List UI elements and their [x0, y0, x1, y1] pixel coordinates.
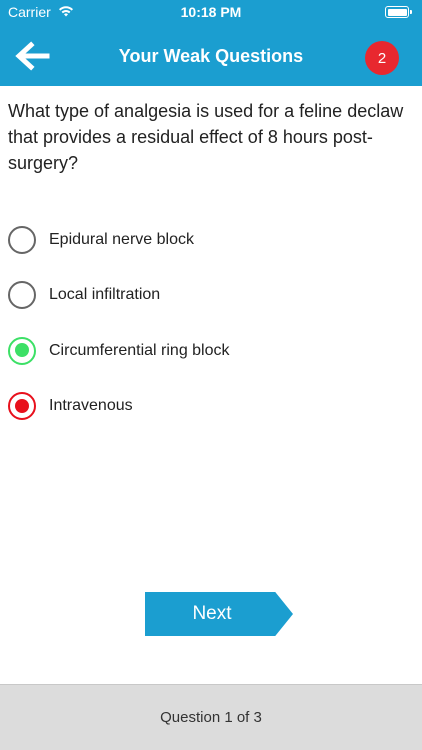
status-bar: Carrier 10:18 PM	[0, 0, 422, 26]
app-header: Carrier 10:18 PM Your Weak Questions 2	[0, 0, 422, 86]
next-button[interactable]: Next	[145, 592, 293, 636]
option-label: Circumferential ring block	[49, 341, 230, 359]
radio-wrong-icon	[8, 392, 36, 420]
option-local-infiltration[interactable]: Local infiltration	[8, 278, 412, 313]
option-intravenous[interactable]: Intravenous	[8, 389, 412, 424]
radio-unselected-icon	[8, 281, 36, 309]
weak-questions-count-badge: 2	[365, 41, 399, 75]
option-circumferential-ring-block[interactable]: Circumferential ring block	[8, 333, 412, 368]
option-label: Epidural nerve block	[49, 230, 194, 248]
question-progress: Question 1 of 3	[160, 709, 262, 726]
answer-options: Epidural nerve block Local infiltration …	[8, 222, 412, 444]
arrow-left-icon	[15, 41, 50, 71]
option-label: Intravenous	[49, 397, 133, 414]
page-title: Your Weak Questions	[118, 46, 304, 66]
option-label: Local infiltration	[49, 286, 161, 303]
question-text: What type of analgesia is used for a fel…	[8, 101, 404, 173]
option-epidural-nerve-block[interactable]: Epidural nerve block	[8, 222, 412, 257]
radio-correct-icon	[8, 336, 36, 365]
battery-icon	[385, 6, 412, 18]
footer-bar: Question 1 of 3	[0, 684, 422, 750]
back-button[interactable]	[10, 36, 54, 76]
status-time: 10:18 PM	[180, 4, 242, 20]
radio-unselected-icon	[8, 225, 36, 254]
